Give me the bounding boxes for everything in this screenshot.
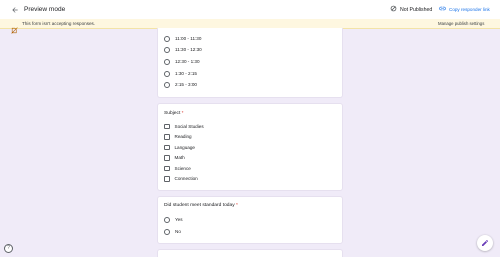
- copy-responder-link-button[interactable]: Copy responder link: [434, 3, 494, 15]
- link-icon: [439, 6, 446, 12]
- manage-publish-settings-link[interactable]: Manage publish settings: [438, 21, 484, 27]
- not-published-label: Not Published: [400, 6, 433, 13]
- subject-option[interactable]: Reading: [164, 134, 192, 141]
- question-title-text: Subject: [164, 111, 181, 116]
- option-label: Reading: [174, 134, 192, 139]
- checkbox[interactable]: [164, 165, 170, 172]
- option-label: Science: [174, 165, 191, 171]
- checkbox[interactable]: [164, 176, 170, 182]
- publish-status-icon: [390, 5, 397, 14]
- time-option[interactable]: 12:30 - 1:30: [164, 58, 200, 65]
- subject-option[interactable]: Language: [164, 144, 195, 151]
- next-question-card: [157, 249, 343, 257]
- not-published-button[interactable]: Not Published: [390, 4, 432, 15]
- option-label: Yes: [175, 217, 183, 222]
- radio-button[interactable]: [164, 47, 170, 53]
- option-label: 2:15 - 3:00: [175, 82, 197, 87]
- time-option[interactable]: 11:00 - 11:30: [164, 35, 201, 42]
- subject-question-card: Subject * Social Studies Reading Languag…: [157, 103, 343, 191]
- checkbox[interactable]: [164, 123, 170, 130]
- standard-option[interactable]: Yes: [164, 217, 183, 224]
- time-option[interactable]: 11:30 - 12:30: [164, 47, 202, 54]
- top-bar: Preview mode Not Published Copy responde…: [0, 0, 500, 19]
- copy-link-label: Copy responder link: [449, 6, 490, 12]
- help-label: ?: [7, 245, 10, 251]
- standard-option[interactable]: No: [164, 229, 181, 236]
- option-label: 1:30 - 2:15: [175, 70, 197, 76]
- option-label: Math: [174, 155, 185, 160]
- option-label: 11:00 - 11:30: [175, 35, 202, 41]
- back-arrow-icon[interactable]: [9, 4, 20, 15]
- radio-button[interactable]: [164, 229, 170, 235]
- banner-message: This form isn't accepting responses.: [22, 21, 96, 26]
- radio-button[interactable]: [164, 35, 170, 42]
- checkbox[interactable]: [164, 144, 170, 151]
- pencil-icon: [481, 234, 489, 252]
- radio-button[interactable]: [164, 82, 170, 88]
- standard-question-card: Did student meet standard today * Yes No: [157, 196, 343, 244]
- option-label: 11:30 - 12:30: [175, 47, 202, 52]
- subject-option[interactable]: Connection: [164, 176, 198, 183]
- edit-button[interactable]: [477, 235, 493, 251]
- option-label: 12:30 - 1:30: [175, 58, 200, 64]
- time-option[interactable]: 2:15 - 3:00: [164, 82, 197, 89]
- radio-button[interactable]: [164, 217, 170, 223]
- radio-button[interactable]: [164, 70, 170, 77]
- scrollbar[interactable]: [496, 30, 499, 257]
- subject-option[interactable]: Social Studies: [164, 123, 204, 130]
- option-label: Connection: [174, 176, 198, 181]
- question-title: Did student meet standard today *: [164, 203, 238, 209]
- required-mark: *: [181, 111, 184, 116]
- option-label: Social Studies: [174, 123, 204, 129]
- option-label: No: [175, 229, 181, 234]
- time-option[interactable]: 1:30 - 2:15: [164, 70, 197, 77]
- time-question-card: 11:00 - 11:30 11:30 - 12:30 12:30 - 1:30…: [157, 28, 343, 98]
- checkbox[interactable]: [164, 155, 170, 161]
- required-mark: *: [236, 203, 238, 208]
- subject-option[interactable]: Math: [164, 155, 185, 162]
- subject-option[interactable]: Science: [164, 165, 191, 172]
- option-label: Language: [174, 144, 195, 150]
- radio-button[interactable]: [164, 58, 170, 65]
- help-button[interactable]: ?: [4, 244, 13, 253]
- no-responses-icon: [11, 21, 18, 34]
- checkbox[interactable]: [164, 134, 170, 140]
- question-title-text: Did student meet standard today: [164, 203, 235, 208]
- page-title: Preview mode: [24, 6, 66, 13]
- question-title: Subject *: [164, 111, 184, 117]
